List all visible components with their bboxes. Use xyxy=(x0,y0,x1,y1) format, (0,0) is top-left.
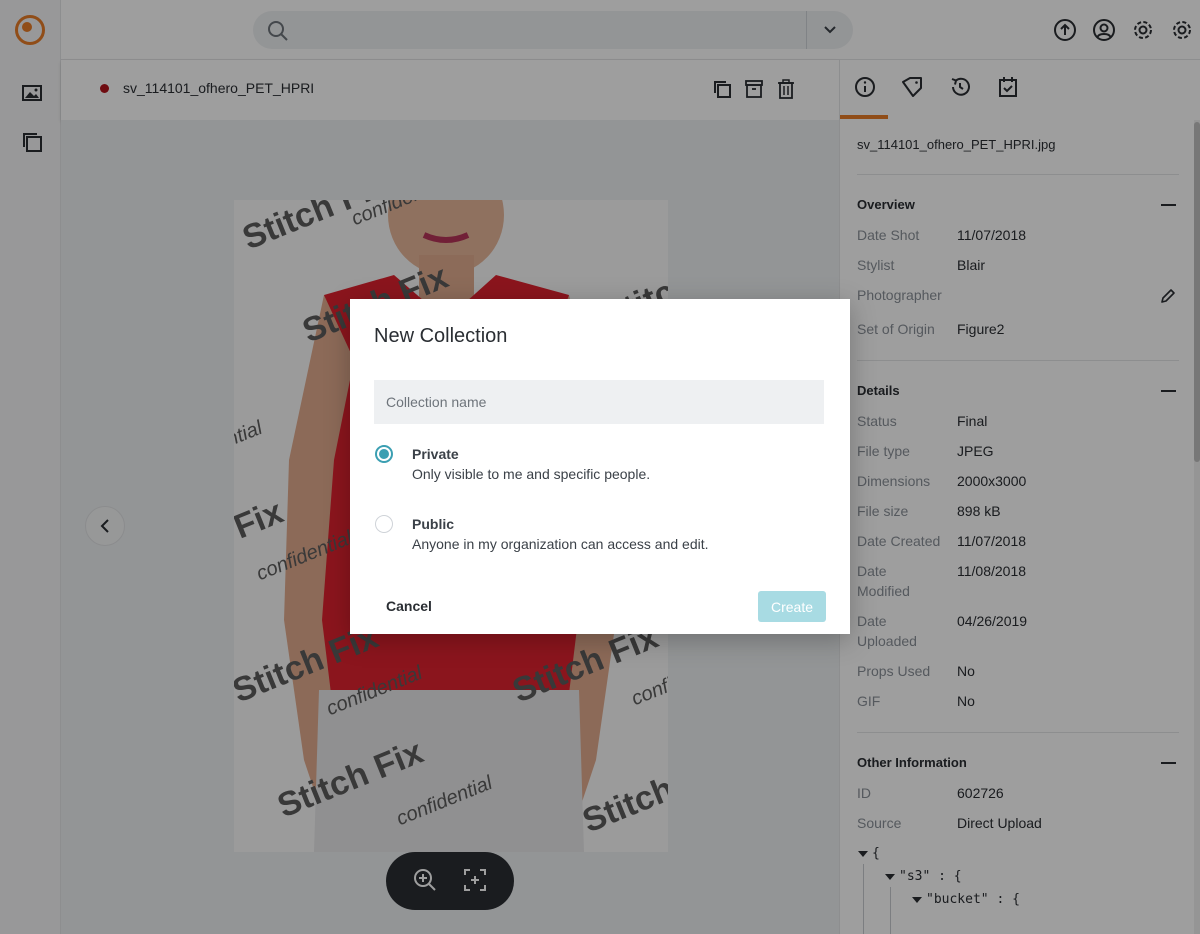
private-option-description: Only visible to me and specific people. xyxy=(412,466,651,482)
dialog-title: New Collection xyxy=(374,325,508,347)
create-button[interactable]: Create xyxy=(758,591,826,622)
public-radio[interactable] xyxy=(375,515,393,533)
cancel-button[interactable]: Cancel xyxy=(386,598,432,614)
public-option-description: Anyone in my organization can access and… xyxy=(412,536,709,552)
collection-name-input[interactable] xyxy=(374,380,824,424)
private-radio[interactable] xyxy=(375,445,393,463)
public-option-title[interactable]: Public xyxy=(412,516,454,532)
new-collection-dialog: New Collection Private Only visible to m… xyxy=(350,299,850,634)
private-option-title[interactable]: Private xyxy=(412,446,459,462)
